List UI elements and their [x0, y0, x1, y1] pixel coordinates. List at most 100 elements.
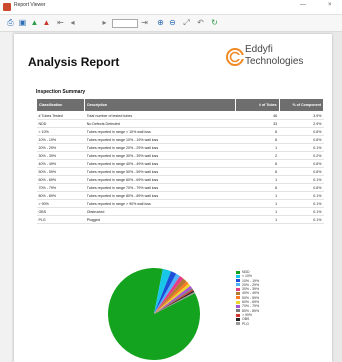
- col-description: Description: [84, 98, 236, 112]
- cell-classification: 20% - 29%: [36, 143, 85, 152]
- legend-swatch: [236, 287, 240, 291]
- cell-tube-count: 1: [235, 215, 280, 224]
- cell-percent: 0.6%: [279, 159, 324, 168]
- cell-tube-count: 1: [235, 207, 280, 216]
- page-number-input[interactable]: [112, 19, 138, 28]
- cell-percent: 0.1%: [279, 143, 324, 152]
- table-row: < 10% Tubes reported in range < 10% wall …: [36, 127, 324, 136]
- cell-classification: 60% - 69%: [36, 175, 85, 184]
- table-header-row: Classification Description # of Tubes % …: [35, 98, 325, 112]
- next-page-icon[interactable]: ▸: [100, 18, 109, 27]
- cell-tube-count: 8: [235, 167, 280, 176]
- window-title: Report Viewer: [14, 2, 46, 8]
- cell-classification: 50% - 59%: [36, 167, 85, 176]
- cell-percent: 0.1%: [279, 175, 324, 184]
- cell-tube-count: 8: [235, 159, 280, 168]
- section-title: Inspection Summary: [36, 89, 86, 95]
- legend-swatch: [236, 279, 240, 283]
- cell-description: Obstructed: [84, 207, 236, 216]
- pdf-icon[interactable]: ▲: [42, 18, 51, 27]
- save-icon[interactable]: ▣: [18, 18, 27, 27]
- legend-swatch: [236, 283, 240, 287]
- cell-classification: OBS: [36, 207, 85, 216]
- legend-swatch: [236, 317, 240, 321]
- table-row: NDD No Defects Detected 33 2.9%: [36, 119, 324, 128]
- cell-description: Total number of tested tubes: [84, 111, 236, 120]
- cell-tube-count: 8: [235, 127, 280, 136]
- table-body: # Tubes Tested Total number of tested tub…: [36, 111, 324, 224]
- back-icon[interactable]: ↶: [196, 18, 205, 27]
- table-row: 40% - 49% Tubes reported in range 40% - 4…: [36, 159, 324, 168]
- print-icon[interactable]: ⎙: [6, 18, 15, 27]
- cell-percent: 0.6%: [279, 183, 324, 192]
- table-row: 30% - 39% Tubes reported in range 30% - 3…: [36, 151, 324, 160]
- cell-tube-count: 1: [235, 199, 280, 208]
- legend-swatch: [236, 296, 240, 300]
- cell-percent: 0.6%: [279, 135, 324, 144]
- legend-swatch: [236, 322, 240, 326]
- side-panel: [0, 32, 12, 362]
- inspection-summary-table: Classification Description # of Tubes % …: [35, 98, 325, 224]
- col-tube-count: # of Tubes: [234, 98, 280, 112]
- close-button[interactable]: ×: [328, 2, 332, 8]
- table-row: OBS Obstructed 1 0.1%: [36, 207, 324, 216]
- legend-swatch: [236, 292, 240, 296]
- cell-tube-count: 8: [235, 183, 280, 192]
- cell-description: Tubes reported in range 70% - 79% wall l…: [84, 183, 236, 192]
- zoom-out-icon[interactable]: ⊖: [168, 18, 177, 27]
- legend-swatch: [236, 304, 240, 308]
- legend-item: PLG: [236, 322, 259, 326]
- first-page-icon[interactable]: ⇤: [56, 18, 65, 27]
- zoom-in-icon[interactable]: ⊕: [156, 18, 165, 27]
- pie-chart: [107, 268, 200, 360]
- cell-percent: 3.9%: [279, 111, 324, 120]
- cell-description: Tubes reported in range 10% - 19% wall l…: [84, 135, 236, 144]
- cell-classification: 70% - 79%: [36, 183, 85, 192]
- title-bar: Report Viewer — ×: [0, 0, 342, 15]
- cell-description: Plugged: [84, 215, 236, 224]
- cell-classification: NDD: [36, 119, 85, 128]
- col-percent: % of Component: [278, 98, 325, 112]
- cell-tube-count: 8: [235, 135, 280, 144]
- col-classification: Classification: [35, 98, 86, 112]
- cell-tube-count: 2: [235, 151, 280, 160]
- cell-classification: 10% - 19%: [36, 135, 85, 144]
- last-page-icon[interactable]: ⇥: [140, 18, 149, 27]
- minimize-button[interactable]: —: [300, 2, 306, 8]
- legend-swatch: [236, 270, 240, 274]
- cell-description: Tubes reported in range 30% - 39% wall l…: [84, 151, 236, 160]
- chart-legend: NDD < 10% 10% - 19% 20% - 29% 30% - 39% 40% -…: [236, 270, 259, 326]
- cell-tube-count: 1: [235, 191, 280, 200]
- cell-classification: 40% - 49%: [36, 159, 85, 168]
- table-row: 20% - 29% Tubes reported in range 20% - 2…: [36, 143, 324, 152]
- table-row: > 90% Tubes reported in range > 90% wall …: [36, 199, 324, 208]
- report-viewer-window: Report Viewer — × ⎙ ▣ ▲ ▲ ⇤ ◂ ▸ ⇥ ⊕ ⊖ ⤢ …: [0, 0, 342, 362]
- fit-icon[interactable]: ⤢: [182, 18, 191, 27]
- cell-description: Tubes reported in range < 10% wall loss: [84, 127, 236, 136]
- cell-tube-count: 46: [235, 111, 280, 120]
- logo-text-line1: Eddyfi: [245, 44, 273, 55]
- report-title: Analysis Report: [28, 55, 120, 69]
- cell-percent: 2.9%: [279, 119, 324, 128]
- toolbar: ⎙ ▣ ▲ ▲ ⇤ ◂ ▸ ⇥ ⊕ ⊖ ⤢ ↶ ↻: [0, 15, 342, 32]
- table-row: PLG Plugged 1 0.1%: [36, 215, 324, 224]
- refresh-icon[interactable]: ↻: [210, 18, 219, 27]
- cell-description: No Defects Detected: [84, 119, 236, 128]
- cell-percent: 0.1%: [279, 215, 324, 224]
- app-icon: [3, 3, 11, 11]
- cell-percent: 0.6%: [279, 167, 324, 176]
- prev-page-icon[interactable]: ◂: [68, 18, 77, 27]
- cell-tube-count: 1: [235, 143, 280, 152]
- table-row: 70% - 79% Tubes reported in range 70% - 7…: [36, 183, 324, 192]
- report-page: Analysis Report Eddyfi Technologies Insp…: [14, 34, 332, 362]
- cell-classification: # Tubes Tested: [36, 111, 85, 120]
- cell-tube-count: 1: [235, 175, 280, 184]
- legend-swatch: [236, 274, 240, 278]
- table-row: 10% - 19% Tubes reported in range 10% - 1…: [36, 135, 324, 144]
- export-icon[interactable]: ▲: [30, 18, 39, 27]
- cell-tube-count: 33: [235, 119, 280, 128]
- cell-percent: 0.6%: [279, 127, 324, 136]
- logo-text-line2: Technologies: [245, 56, 304, 67]
- cell-description: Tubes reported in range > 90% wall loss: [84, 199, 236, 208]
- cell-classification: 80% - 89%: [36, 191, 85, 200]
